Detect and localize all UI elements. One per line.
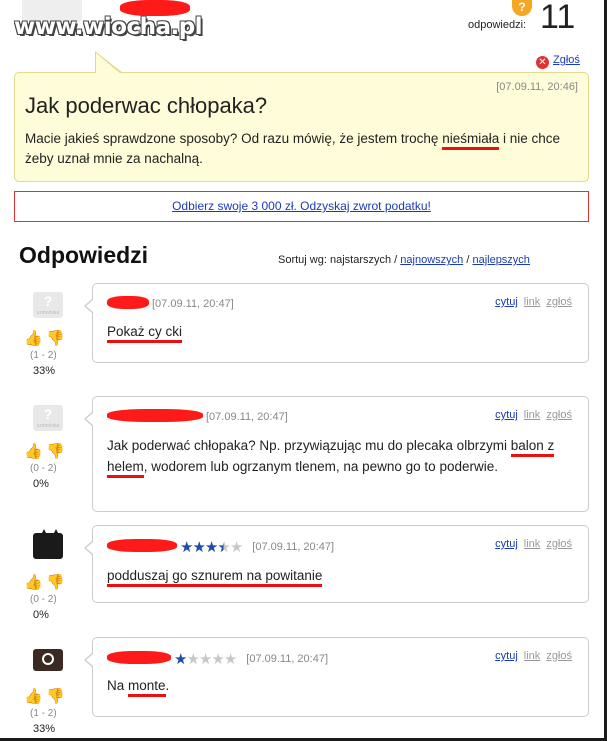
question-body: Macie jakieś sprawdzone sposoby? Od razu… xyxy=(25,131,561,166)
answer-actions: cytuj link zgłoś xyxy=(495,409,572,421)
star-icon: ★ xyxy=(198,651,212,668)
answer-actions: cytuj link zgłoś xyxy=(495,538,572,550)
promo-link[interactable]: Odbierz swoje 3 000 zł. Odzyskaj zwrot p… xyxy=(172,199,431,213)
question-box: [07.09.11, 20:46] Jak poderwac chłopaka?… xyxy=(14,51,589,182)
report-question-label: Zgłoś xyxy=(553,54,580,66)
answer-actions: cytuj link zgłoś xyxy=(495,296,572,308)
answer-text: Jak poderwać chłopaka? Np. przywiązując … xyxy=(107,435,577,478)
thumb-up-icon[interactable]: 👍 xyxy=(24,444,43,460)
star-icon: ★ xyxy=(223,651,237,668)
answer-header: [07.09.11, 20:47] xyxy=(107,296,234,312)
cat-avatar xyxy=(33,529,63,559)
answers-section-title: Odpowiedzi xyxy=(19,242,149,268)
question-mark-icon: ? xyxy=(512,0,532,16)
answer-actions: cytuj link zgłoś xyxy=(495,650,572,662)
redacted-username xyxy=(120,0,190,16)
answer-header: ★★★★★ [07.09.11, 20:47] xyxy=(107,650,329,668)
redacted-nickname xyxy=(107,651,171,664)
answer-header: ★★★★★ [07.09.11, 20:47] xyxy=(107,538,335,556)
redacted-nickname xyxy=(107,296,149,309)
vote-percent: 0% xyxy=(33,478,49,490)
thumb-down-icon[interactable]: 👎 xyxy=(46,689,65,705)
vote-percent: 33% xyxy=(33,723,56,735)
star-icon: ★ xyxy=(174,651,187,668)
permalink-link[interactable]: link xyxy=(524,409,541,421)
star-icon: ★ xyxy=(186,651,199,668)
question-date: [07.09.11, 20:46] xyxy=(496,81,578,93)
vote-range: (1 - 2) xyxy=(30,708,57,719)
answers-count-label: odpowiedzi: xyxy=(468,19,527,31)
answer-date: [07.09.11, 20:47] xyxy=(246,653,329,665)
star-icon: ★ xyxy=(192,539,205,556)
star-icon: ★ xyxy=(229,539,243,556)
redacted-nickname xyxy=(107,409,203,422)
vote-percent: 33% xyxy=(33,365,56,377)
answer-text: Na monte. xyxy=(107,676,577,697)
rank-stars: ★★★★★ xyxy=(174,650,237,668)
permalink-link[interactable]: link xyxy=(524,650,541,662)
top-bar: www.wiocha.pl ? odpowiedzi: 11 ✕ Zgłoś xyxy=(0,0,607,70)
thumb-down-icon[interactable]: 👎 xyxy=(46,331,65,347)
vote-percent: 0% xyxy=(33,609,49,621)
sort-best-link[interactable]: najlepszych xyxy=(472,254,529,266)
answer-date: [07.09.11, 20:47] xyxy=(206,411,288,423)
star-icon: ★ xyxy=(217,539,230,556)
answer-date: [07.09.11, 20:47] xyxy=(252,541,335,553)
redacted-nickname xyxy=(107,539,177,552)
report-link[interactable]: zgłoś xyxy=(546,538,572,550)
quote-link[interactable]: cytuj xyxy=(495,538,518,550)
answer-bubble: ★★★★★ [07.09.11, 20:47] cytuj link zgłoś po… xyxy=(84,525,589,603)
anonymous-avatar: ? szmońska xyxy=(33,405,63,431)
vote-range: (0 - 2) xyxy=(30,594,57,605)
sort-newest-link[interactable]: najnowszych xyxy=(400,254,463,266)
answer-bubble: [07.09.11, 20:47] cytuj link zgłoś Pokaż c… xyxy=(84,283,589,363)
vote-range: (0 - 2) xyxy=(30,463,57,474)
highlighted-word: nieśmiała xyxy=(442,131,500,150)
thumb-up-icon[interactable]: 👍 xyxy=(24,331,43,347)
report-question-link[interactable]: ✕ Zgłoś xyxy=(536,54,580,69)
star-icon: ★ xyxy=(180,539,193,556)
permalink-link[interactable]: link xyxy=(524,538,541,550)
answer-text: podduszaj go sznurem na powitanie xyxy=(107,566,577,587)
promo-banner: Odbierz swoje 3 000 zł. Odzyskaj zwrot p… xyxy=(14,191,589,222)
report-link[interactable]: zgłoś xyxy=(546,650,572,662)
rank-stars: ★★★★★ xyxy=(180,538,243,556)
question-title: Jak poderwac chłopaka? xyxy=(25,93,268,118)
anonymous-avatar: ? szmońska xyxy=(33,292,63,318)
site-watermark: www.wiocha.pl xyxy=(14,14,203,40)
answer-bubble: ★★★★★ [07.09.11, 20:47] cytuj link zgłoś Na… xyxy=(84,637,589,717)
quote-link[interactable]: cytuj xyxy=(495,650,518,662)
close-circle-icon: ✕ xyxy=(536,56,549,69)
sort-options: Sortuj wg: najstarszych / najnowszych / … xyxy=(278,254,530,266)
answer-text: Pokaż cy cki xyxy=(107,322,577,343)
report-link[interactable]: zgłoś xyxy=(546,409,572,421)
thumb-down-icon[interactable]: 👎 xyxy=(46,444,65,460)
answer-bubble: [07.09.11, 20:47] cytuj link zgłoś Jak pod… xyxy=(84,396,589,512)
star-icon: ★ xyxy=(211,651,224,668)
permalink-link[interactable]: link xyxy=(524,296,541,308)
logo-avatar xyxy=(33,649,63,671)
answer-header: [07.09.11, 20:47] xyxy=(107,409,288,425)
vote-range: (1 - 2) xyxy=(30,350,57,361)
thumb-up-icon[interactable]: 👍 xyxy=(24,689,43,705)
answers-count: 11 xyxy=(540,0,576,36)
quote-link[interactable]: cytuj xyxy=(495,296,518,308)
star-icon: ★ xyxy=(204,539,218,556)
answer-date: [07.09.11, 20:47] xyxy=(152,298,234,310)
quote-link[interactable]: cytuj xyxy=(495,409,518,421)
report-link[interactable]: zgłoś xyxy=(546,296,572,308)
thumb-up-icon[interactable]: 👍 xyxy=(24,575,43,591)
thumb-down-icon[interactable]: 👎 xyxy=(46,575,65,591)
